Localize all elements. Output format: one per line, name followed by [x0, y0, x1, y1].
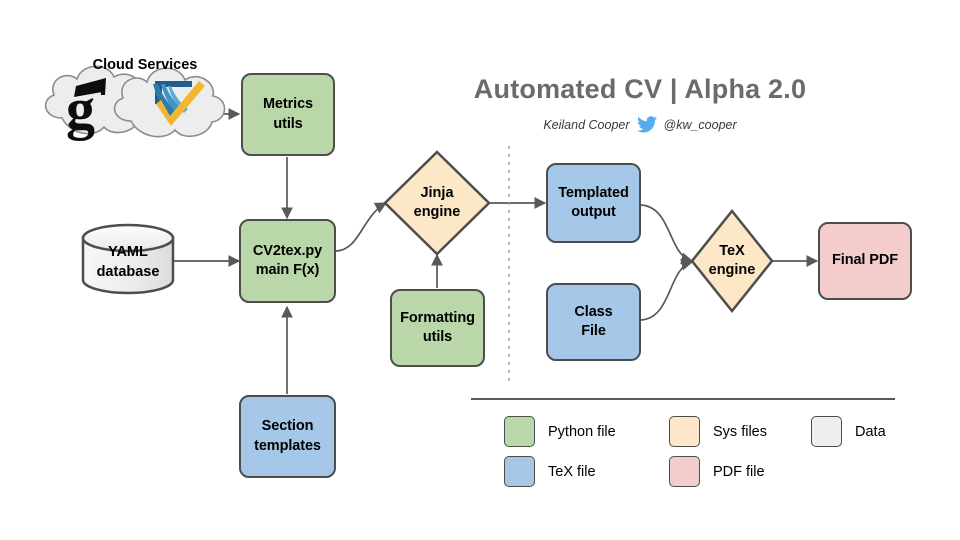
edge-cv2tex-jinja [335, 202, 388, 252]
node-final-pdf[interactable]: Final PDF [818, 222, 912, 300]
twitter-bird-icon [636, 116, 657, 133]
legend-label-pdf-file: PDF file [713, 463, 765, 480]
node-metrics-utils-line2: utils [273, 115, 303, 132]
legend-item-tex-file: TeX file [504, 456, 596, 487]
node-jinja-engine[interactable]: Jinja engine [385, 152, 489, 254]
node-section-templates-line2: templates [254, 437, 321, 454]
node-yaml-database-line2: database [96, 263, 160, 280]
legend-label-tex-file: TeX file [548, 463, 596, 480]
legend-item-pdf-file: PDF file [669, 456, 765, 487]
node-jinja-engine-line2: engine [413, 204, 461, 220]
legend-label-sys-files: Sys files [713, 423, 767, 440]
node-templated-output-line2: output [571, 204, 616, 220]
legend-swatch-pdf-file [669, 456, 700, 487]
legend-label-data: Data [855, 423, 886, 440]
node-formatting-utils-line2: utils [422, 329, 453, 345]
legend-swatch-data [811, 416, 842, 447]
node-tex-engine-line1: TeX [719, 242, 745, 259]
page-title: Automated CV | Alpha 2.0 [473, 74, 807, 104]
svg-text:g: g [66, 76, 95, 141]
edge-classfile-tex [640, 258, 694, 321]
legend-swatch-tex-file [504, 456, 535, 487]
node-section-templates-line1: Section [261, 418, 314, 435]
byline: Keiland Cooper @kw_cooper [440, 116, 840, 133]
legend-swatch-sys-files [669, 416, 700, 447]
legend-item-sys-files: Sys files [669, 416, 767, 447]
node-tex-engine-line2: engine [708, 262, 756, 278]
web-of-science-icon [153, 81, 205, 126]
node-section-templates[interactable]: Section templates [239, 395, 336, 478]
legend-item-python-file: Python file [504, 416, 616, 447]
node-metrics-utils-line1: Metrics [262, 96, 314, 113]
node-cv2tex-line2: main F(x) [255, 262, 320, 278]
node-yaml-database[interactable]: YAML database [83, 225, 173, 293]
node-templated-output[interactable]: Templated output [546, 163, 641, 243]
legend-swatch-python-file [504, 416, 535, 447]
legend: Python file Sys files Data TeX file PDF … [471, 398, 895, 498]
google-scholar-icon: g [66, 76, 106, 141]
cloud-shapes [44, 65, 226, 138]
node-cv2tex-line1: CV2tex.py [252, 242, 323, 259]
legend-label-python-file: Python file [548, 423, 616, 440]
legend-item-data: Data [811, 416, 886, 447]
node-class-file-line1: Class [574, 303, 613, 320]
node-cv2tex[interactable]: CV2tex.py main F(x) [239, 219, 336, 303]
edge-templated-tex [640, 204, 694, 265]
node-tex-engine[interactable]: TeX engine [692, 211, 772, 311]
cloud-services-label: Cloud Services [92, 57, 198, 73]
node-final-pdf-line1: Final PDF [832, 252, 898, 269]
node-jinja-engine-line1: Jinja [420, 184, 454, 201]
byline-handle: @kw_cooper [663, 117, 737, 132]
node-yaml-database-line1: YAML [108, 243, 148, 260]
node-class-file[interactable]: Class File [546, 283, 641, 361]
node-formatting-utils[interactable]: Formatting utils [390, 289, 485, 367]
diagram-canvas: g Automated CV | Alpha 2.0 Keiland Coope… [0, 0, 960, 540]
node-class-file-line2: File [581, 323, 606, 339]
node-formatting-utils-line1: Formatting [400, 309, 475, 326]
node-templated-output-line1: Templated [558, 184, 629, 201]
byline-author: Keiland Cooper [543, 117, 630, 132]
legend-divider [471, 398, 895, 400]
node-metrics-utils[interactable]: Metrics utils [241, 73, 335, 156]
